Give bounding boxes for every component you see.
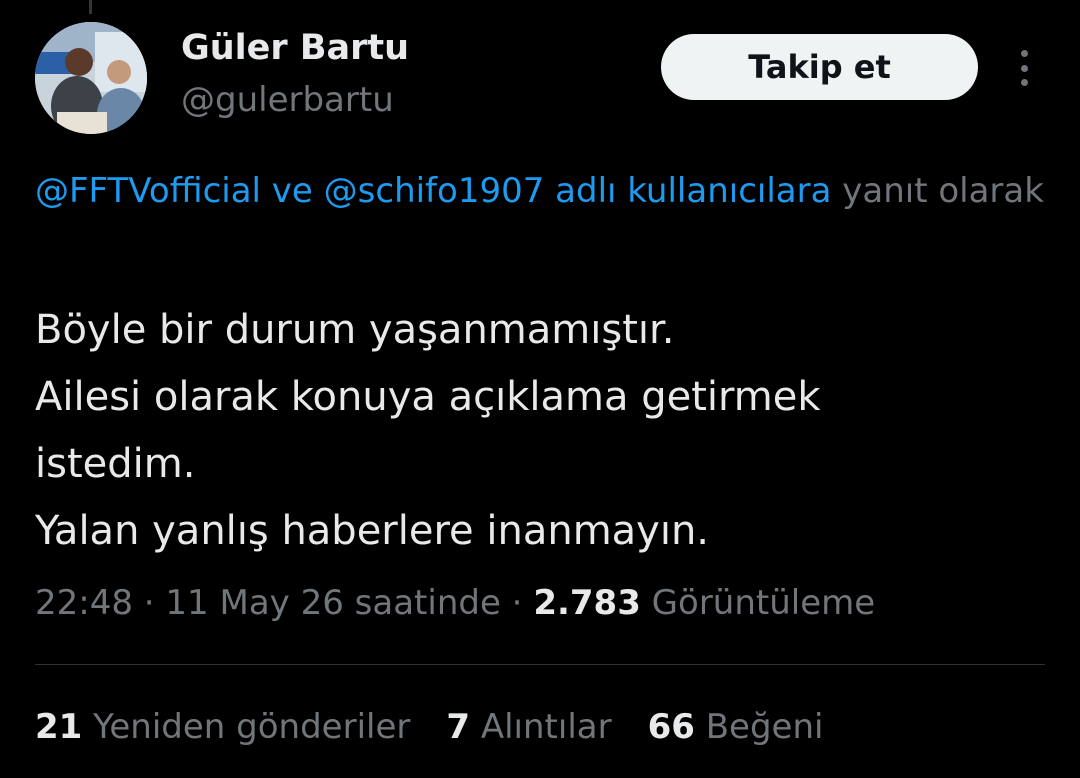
- tweet-line: Böyle bir durum yaşanmamıştır.: [35, 307, 675, 353]
- more-dot: [1020, 64, 1028, 72]
- likes-label: Beğeni: [694, 707, 824, 747]
- quotes-count: 7: [446, 707, 471, 747]
- reply-context-users-link[interactable]: adlı kullanıcılara: [544, 171, 831, 211]
- meta-separator: ·: [500, 583, 534, 623]
- meta-separator: ·: [132, 583, 166, 623]
- reply-context-suffix: yanıt olarak: [831, 171, 1044, 211]
- tweet-time[interactable]: 22:48: [35, 583, 133, 623]
- more-dot: [1020, 50, 1028, 57]
- quotes-label: Alıntılar: [470, 707, 612, 747]
- divider: [35, 664, 1045, 665]
- tweet-text: Böyle bir durum yaşanmamıştır. Ailesi ol…: [35, 297, 1045, 565]
- views-label: Görüntüleme: [640, 583, 876, 623]
- avatar-image: [35, 22, 147, 134]
- author-display-name[interactable]: Güler Bartu: [181, 28, 409, 68]
- reposts-label: Yeniden gönderiler: [82, 707, 411, 747]
- more-options-icon[interactable]: [1006, 48, 1042, 88]
- more-dot: [1020, 79, 1028, 86]
- follow-button[interactable]: Takip et: [661, 34, 978, 100]
- likes-count: 66: [647, 707, 695, 747]
- avatar[interactable]: [35, 22, 147, 134]
- mention-link[interactable]: @FFTVofficial: [35, 171, 261, 211]
- thread-connector-line: [89, 0, 92, 14]
- tweet-metadata: 22:48 · 11 May 26 saatinde · 2.783 Görün…: [35, 583, 875, 623]
- reposts-stat[interactable]: 21 Yeniden gönderiler: [35, 707, 410, 747]
- tweet-date[interactable]: 11 May 26 saatinde: [165, 583, 500, 623]
- author-handle[interactable]: @gulerbartu: [181, 80, 394, 120]
- engagement-stats: 21 Yeniden gönderiler 7 Alıntılar 66 Beğ…: [35, 707, 823, 747]
- reposts-count: 21: [35, 707, 83, 747]
- mention-link[interactable]: @schifo1907: [324, 171, 545, 211]
- reply-context: @FFTVofficial ve @schifo1907 adlı kullan…: [35, 164, 1050, 219]
- tweet-line: istedim.: [35, 441, 196, 487]
- tweet-line: Yalan yanlış haberlere inanmayın.: [35, 508, 710, 554]
- tweet-line: Ailesi olarak konuya açıklama getirmek: [35, 374, 821, 420]
- likes-stat[interactable]: 66 Beğeni: [648, 707, 824, 747]
- reply-context-joiner: ve: [261, 171, 324, 211]
- quotes-stat[interactable]: 7 Alıntılar: [446, 707, 611, 747]
- views-count: 2.783: [533, 583, 641, 623]
